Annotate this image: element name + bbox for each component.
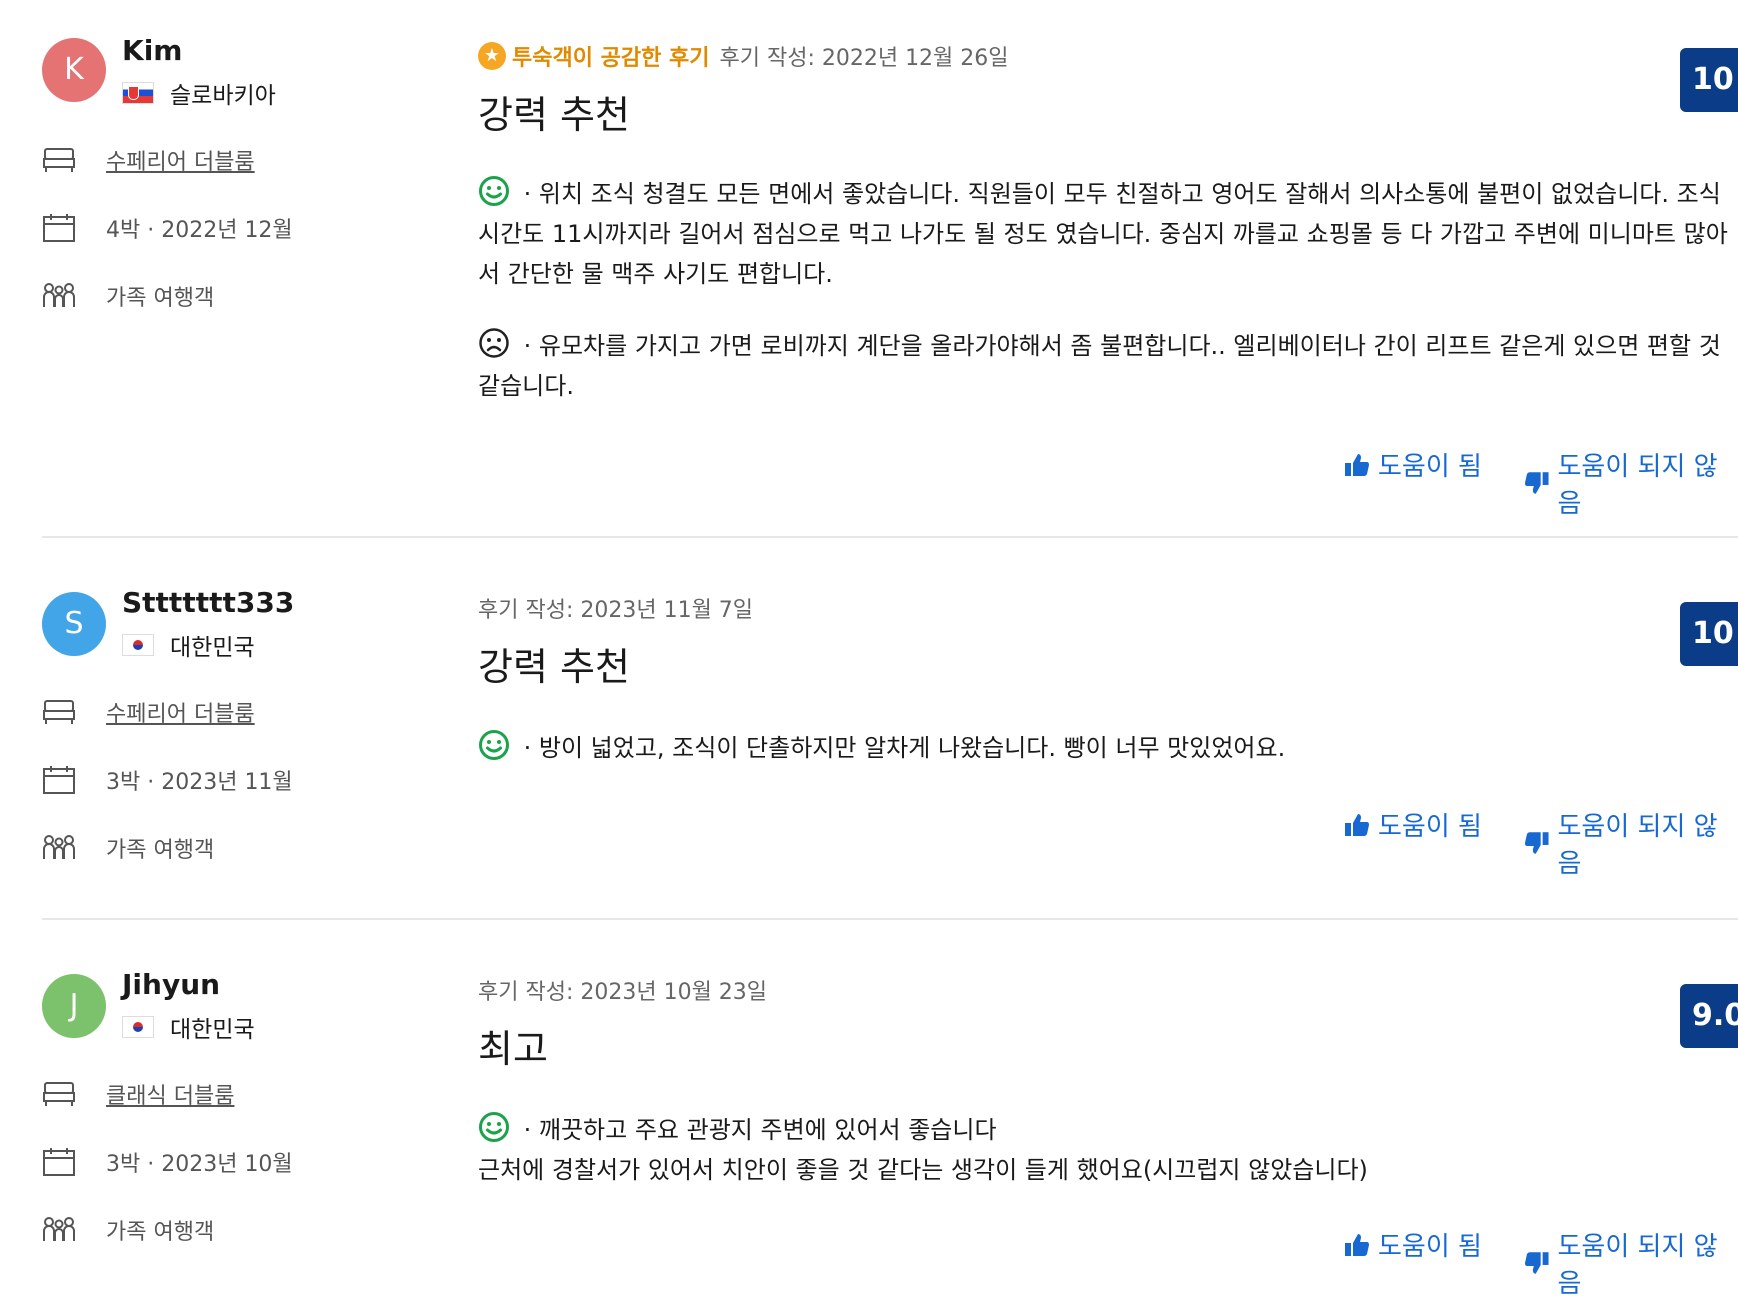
room-type: 수페리어 더블룸 [42,696,255,728]
thumbs-up-icon [1344,1232,1370,1258]
stay-info: 3박 · 2023년 11월 [42,764,293,796]
star-icon: ★ [478,42,506,70]
stay-info: 4박 · 2022년 12월 [42,212,293,244]
traveler-label: 가족 여행객 [106,286,215,311]
traveler-label: 가족 여행객 [106,838,215,863]
positive-text: · 방이 넓었고, 조식이 단촐하지만 알차게 나왔습니다. 빵이 너무 맛있었… [516,734,1286,762]
helpful-label: 도움이 됨 [1378,452,1482,482]
stay-label: 3박 · 2023년 10월 [106,1152,293,1177]
traveler-type: 가족 여행객 [42,832,214,864]
slovakia-flag-icon [122,82,154,104]
score-badge: 10 [1680,48,1738,112]
thumbs-down-icon [1524,470,1550,496]
thumbs-up-icon [1344,812,1370,838]
stay-label: 3박 · 2023년 11월 [106,770,293,795]
not-helpful-label: 도움이 되지 않음 [1557,1232,1718,1299]
calendar-icon [42,765,76,795]
reviewer-country: 슬로바키아 [122,76,276,110]
avatar: K [42,38,106,102]
recommended-badge: 투숙객이 공감한 후기 [512,46,710,71]
review-date: 후기 작성: 2022년 12월 26일 [719,46,1009,71]
smile-icon [478,175,510,207]
smile-icon [478,729,510,761]
korea-flag-icon [122,634,154,656]
traveler-type: 가족 여행객 [42,1214,214,1246]
stay-info: 3박 · 2023년 10월 [42,1146,293,1178]
room-type-link[interactable]: 수페리어 더블룸 [106,144,255,176]
reviewer-country: 대한민국 [122,1010,255,1044]
calendar-icon [42,213,76,243]
divider [42,536,1738,538]
family-icon [42,281,76,311]
country-label: 대한민국 [170,635,255,661]
review-title: 최고 [478,1027,548,1071]
traveler-label: 가족 여행객 [106,1220,215,1245]
korea-flag-icon [122,1016,154,1038]
review-title: 강력 추천 [478,645,630,689]
positive-comment: · 깨끗하고 주요 관광지 주변에 있어서 좋습니다 근처에 경찰서가 있어서 … [478,1110,1738,1190]
room-type: 클래식 더블룸 [42,1078,234,1110]
helpful-label: 도움이 됨 [1378,1232,1482,1262]
stay-label: 4박 · 2022년 12월 [106,218,293,243]
helpful-label: 도움이 됨 [1378,812,1482,842]
frown-icon [478,327,510,359]
review-header: 후기 작성: 2023년 10월 23일 [478,974,767,1006]
not-helpful-button[interactable]: 도움이 되지 않음 [1524,1226,1738,1300]
review-header: 후기 작성: 2023년 11월 7일 [478,592,753,624]
helpful-button[interactable]: 도움이 됨 [1344,446,1482,483]
positive-comment: · 위치 조식 청결도 모든 면에서 좋았습니다. 직원들이 모두 친절하고 영… [478,174,1738,294]
room-type-link[interactable]: 클래식 더블룸 [106,1078,234,1110]
review-date: 후기 작성: 2023년 11월 7일 [478,598,754,623]
country-label: 대한민국 [170,1017,255,1043]
family-icon [42,1215,76,1245]
review-date: 후기 작성: 2023년 10월 23일 [478,980,768,1005]
helpful-button[interactable]: 도움이 됨 [1344,1226,1482,1263]
review-card: J Jihyun 대한민국 클래식 더블룸 3박 · 2023년 10월 가족 … [0,920,1738,1307]
review-card: K Kim 슬로바키아 수페리어 더블룸 4박 · 2022년 12월 가족 여… [0,0,1738,540]
negative-text: · 유모차를 가지고 가면 로비까지 계단을 올라가야해서 좀 불편합니다.. … [478,332,1721,400]
negative-comment: · 유모차를 가지고 가면 로비까지 계단을 올라가야해서 좀 불편합니다.. … [478,326,1738,406]
calendar-icon [42,1147,76,1177]
not-helpful-button[interactable]: 도움이 되지 않음 [1524,446,1738,520]
bed-icon [42,697,76,727]
reviewer-name: Sttttttt333 [122,586,295,619]
avatar: S [42,592,106,656]
smile-icon [478,1111,510,1143]
not-helpful-label: 도움이 되지 않음 [1557,812,1718,879]
score-badge: 10 [1680,602,1738,666]
family-icon [42,833,76,863]
positive-text-line2: 근처에 경찰서가 있어서 치안이 좋을 것 같다는 생각이 들게 했어요(시끄럽… [478,1156,1368,1184]
reviewer-name: Jihyun [122,968,221,1001]
room-type: 수페리어 더블룸 [42,144,255,176]
helpful-button[interactable]: 도움이 됨 [1344,806,1482,843]
not-helpful-button[interactable]: 도움이 되지 않음 [1524,806,1738,880]
room-type-link[interactable]: 수페리어 더블룸 [106,696,255,728]
review-header: ★ 투숙객이 공감한 후기 후기 작성: 2022년 12월 26일 [478,40,1009,72]
avatar: J [42,974,106,1038]
score-badge: 9.0 [1680,984,1738,1048]
thumbs-down-icon [1524,830,1550,856]
bed-icon [42,145,76,175]
country-label: 슬로바키아 [170,83,276,109]
bed-icon [42,1079,76,1109]
review-card: S Sttttttt333 대한민국 수페리어 더블룸 3박 · 2023년 1… [0,540,1738,920]
not-helpful-label: 도움이 되지 않음 [1557,452,1718,519]
positive-text: · 위치 조식 청결도 모든 면에서 좋았습니다. 직원들이 모두 친절하고 영… [478,180,1728,288]
positive-text: · 깨끗하고 주요 관광지 주변에 있어서 좋습니다 [516,1116,997,1144]
thumbs-up-icon [1344,452,1370,478]
thumbs-down-icon [1524,1250,1550,1276]
traveler-type: 가족 여행객 [42,280,214,312]
review-title: 강력 추천 [478,93,630,137]
positive-comment: · 방이 넓었고, 조식이 단촐하지만 알차게 나왔습니다. 빵이 너무 맛있었… [478,728,1738,768]
reviewer-country: 대한민국 [122,628,255,662]
reviewer-name: Kim [122,34,183,67]
